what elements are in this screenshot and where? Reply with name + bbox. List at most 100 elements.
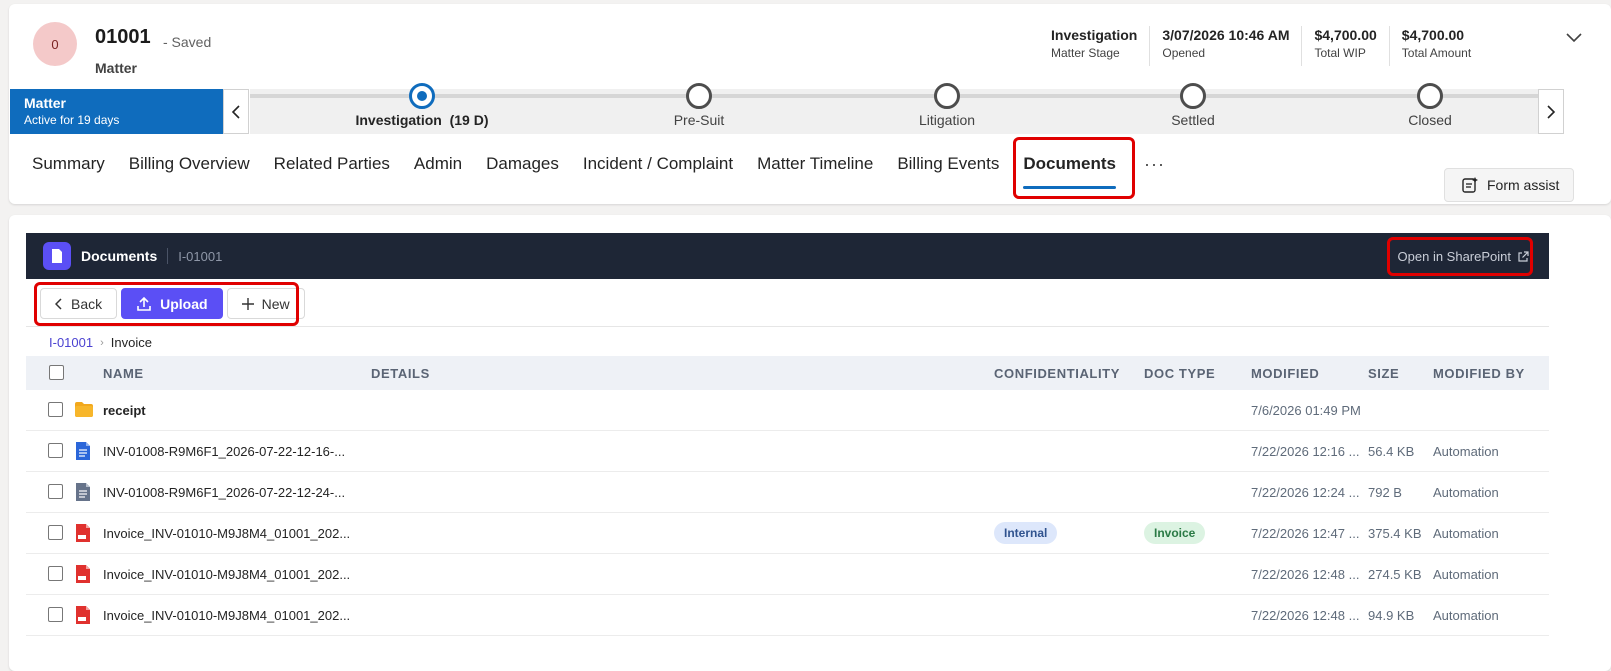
tab-matter-timeline[interactable]: Matter Timeline <box>757 152 873 176</box>
file-name[interactable]: INV-01008-R9M6F1_2026-07-22-12-24-... <box>103 485 345 500</box>
word-doc-icon <box>76 442 90 460</box>
modified-date: 7/6/2026 01:49 PM <box>1251 403 1361 418</box>
table-row[interactable]: Invoice_INV-01010-M9J8M4_01001_202... In… <box>26 513 1549 554</box>
stage-dot-icon <box>934 83 960 109</box>
file-name[interactable]: Invoice_INV-01010-M9J8M4_01001_202... <box>103 526 350 541</box>
breadcrumb-separator-icon: › <box>100 336 104 349</box>
more-tabs-icon[interactable]: ··· <box>1144 154 1165 175</box>
summary-label: Matter Stage <box>1051 46 1120 60</box>
summary-field-total-wip[interactable]: $4,700.00 Total WIP <box>1301 26 1388 66</box>
column-header-doc-type[interactable]: DOC TYPE <box>1144 366 1215 381</box>
bpf-stage-litigation[interactable]: Litigation <box>857 83 1037 128</box>
new-button[interactable]: New <box>226 288 305 319</box>
upload-icon <box>137 296 151 311</box>
modified-date: 7/22/2026 12:48 ... <box>1251 608 1360 623</box>
summary-field-matter-stage[interactable]: Investigation Matter Stage <box>1039 26 1149 66</box>
file-name[interactable]: receipt <box>103 403 146 418</box>
upload-button[interactable]: Upload <box>121 288 223 319</box>
summary-label: Total WIP <box>1314 46 1366 60</box>
tab-damages[interactable]: Damages <box>486 152 559 176</box>
file-size: 94.9 KB <box>1368 608 1415 623</box>
modified-by: Automation <box>1433 526 1499 541</box>
bpf-stage-pre-suit[interactable]: Pre-Suit <box>609 83 789 128</box>
record-type: Matter <box>95 60 138 76</box>
column-header-name[interactable]: NAME <box>103 366 144 381</box>
tab-admin[interactable]: Admin <box>414 152 462 176</box>
modified-date: 7/22/2026 12:48 ... <box>1251 567 1360 582</box>
bpf-stage-closed[interactable]: Closed <box>1340 83 1520 128</box>
tab-incident-complaint[interactable]: Incident / Complaint <box>583 152 733 176</box>
stage-dot-icon <box>409 83 435 109</box>
summary-label: Total Amount <box>1401 46 1472 60</box>
chevron-left-icon <box>231 104 240 119</box>
modified-date: 7/22/2026 12:16 ... <box>1251 444 1360 459</box>
tab-billing-overview[interactable]: Billing Overview <box>129 152 250 176</box>
table-row[interactable]: INV-01008-R9M6F1_2026-07-22-12-24-... 7/… <box>26 472 1549 513</box>
summary-value: $4,700.00 <box>1314 27 1377 43</box>
tab-billing-events[interactable]: Billing Events <box>897 152 999 176</box>
chevron-down-icon[interactable] <box>1564 30 1584 46</box>
summary-value: Investigation <box>1051 27 1138 43</box>
summary-field-total-amount[interactable]: $4,700.00 Total Amount <box>1388 26 1483 66</box>
bpf-stage-label: Litigation <box>918 112 976 128</box>
column-header-modified-by[interactable]: MODIFIED BY <box>1433 366 1525 381</box>
documents-table: NAME DETAILS CONFIDENTIALITY DOC TYPE MO… <box>26 356 1549 636</box>
row-checkbox[interactable] <box>48 402 63 417</box>
file-name[interactable]: Invoice_INV-01010-M9J8M4_01001_202... <box>103 567 350 582</box>
form-tabs: Summary Billing Overview Related Parties… <box>32 152 1165 189</box>
pdf-icon <box>76 565 90 583</box>
table-row[interactable]: Invoice_INV-01010-M9J8M4_01001_202... 7/… <box>26 554 1549 595</box>
column-header-details[interactable]: DETAILS <box>371 366 430 381</box>
file-size: 375.4 KB <box>1368 526 1422 541</box>
summary-field-opened[interactable]: 3/07/2026 10:46 AM Opened <box>1149 26 1301 66</box>
open-in-sharepoint-link[interactable]: Open in SharePoint <box>1398 249 1529 264</box>
stage-dot-icon <box>686 83 712 109</box>
row-checkbox[interactable] <box>48 443 63 458</box>
form-assist-icon <box>1462 177 1478 193</box>
modified-by: Automation <box>1433 444 1499 459</box>
table-row[interactable]: INV-01008-R9M6F1_2026-07-22-12-16-... 7/… <box>26 431 1549 472</box>
tab-summary[interactable]: Summary <box>32 152 105 176</box>
file-name[interactable]: Invoice_INV-01010-M9J8M4_01001_202... <box>103 608 350 623</box>
document-icon <box>43 242 71 270</box>
bpf-track: Investigation (19 D) Pre-Suit Litigation… <box>250 83 1538 134</box>
bpf-stage-investigation[interactable]: Investigation (19 D) <box>332 83 512 128</box>
row-checkbox[interactable] <box>48 607 63 622</box>
form-assist-button[interactable]: Form assist <box>1444 168 1574 202</box>
bpf-active-for: Active for 19 days <box>24 113 120 127</box>
bpf-stage-label: Investigation (19 D) <box>355 112 489 128</box>
pdf-icon <box>76 606 90 624</box>
bpf-active-stage[interactable]: Matter Active for 19 days <box>10 89 223 134</box>
bpf-stage-label: Settled <box>1171 112 1215 128</box>
column-header-confidentiality[interactable]: CONFIDENTIALITY <box>994 366 1120 381</box>
bpf-prev-button[interactable] <box>223 89 249 134</box>
record-header: 0 01001 - Saved Matter Investigation Mat… <box>9 4 1611 204</box>
header-summary-fields: Investigation Matter Stage 3/07/2026 10:… <box>1039 26 1483 66</box>
tab-documents[interactable]: Documents <box>1023 152 1116 189</box>
bpf-next-button[interactable] <box>1538 89 1564 134</box>
plus-icon <box>241 297 254 310</box>
summary-label: Opened <box>1162 46 1206 60</box>
row-checkbox[interactable] <box>48 484 63 499</box>
file-name[interactable]: INV-01008-R9M6F1_2026-07-22-12-16-... <box>103 444 345 459</box>
external-link-icon <box>1518 250 1529 262</box>
chevron-right-icon <box>1547 104 1556 119</box>
back-button[interactable]: Back <box>40 288 118 319</box>
documents-header-divider <box>167 248 169 264</box>
table-row[interactable]: receipt 7/6/2026 01:49 PM <box>26 390 1549 431</box>
stage-dot-icon <box>1180 83 1206 109</box>
column-header-size[interactable]: SIZE <box>1368 366 1399 381</box>
documents-header: Documents I-01001 Open in SharePoint <box>26 233 1549 279</box>
stage-dot-icon <box>1417 83 1443 109</box>
breadcrumb-root-link[interactable]: I-01001 <box>49 335 93 350</box>
row-checkbox[interactable] <box>48 525 63 540</box>
row-checkbox[interactable] <box>48 566 63 581</box>
tab-related-parties[interactable]: Related Parties <box>274 152 390 176</box>
modified-by: Automation <box>1433 485 1499 500</box>
summary-value: $4,700.00 <box>1401 27 1465 43</box>
table-row[interactable]: Invoice_INV-01010-M9J8M4_01001_202... 7/… <box>26 595 1549 636</box>
bpf-stage-settled[interactable]: Settled <box>1103 83 1283 128</box>
column-header-modified[interactable]: MODIFIED <box>1251 366 1319 381</box>
form-assist-label: Form assist <box>1487 177 1560 193</box>
select-all-checkbox[interactable] <box>49 365 64 380</box>
